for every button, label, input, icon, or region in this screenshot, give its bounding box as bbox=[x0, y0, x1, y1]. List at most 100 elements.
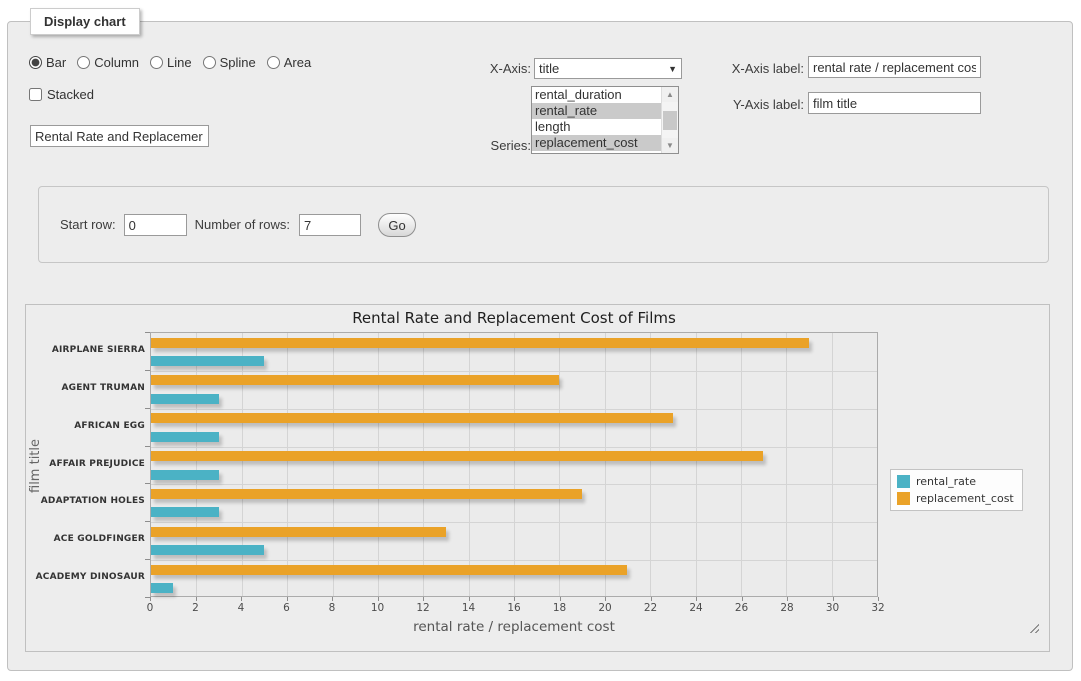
x-axis-title: rental rate / replacement cost bbox=[150, 619, 878, 635]
gridline bbox=[151, 560, 877, 561]
series-option[interactable]: replacement_cost bbox=[532, 135, 661, 151]
x-tick bbox=[150, 597, 151, 601]
x-tick-label: 28 bbox=[762, 602, 812, 614]
bar-replacement_cost bbox=[151, 565, 627, 575]
bar-replacement_cost bbox=[151, 375, 559, 385]
scrollbar-thumb[interactable] bbox=[663, 111, 677, 130]
x-tick bbox=[287, 597, 288, 601]
gridline bbox=[287, 333, 288, 596]
legend-swatch-rental_rate bbox=[897, 475, 910, 488]
chart-type-option-label: Area bbox=[284, 55, 311, 70]
legend-item: replacement_cost bbox=[897, 492, 1014, 505]
x-tick bbox=[196, 597, 197, 601]
x-tick bbox=[787, 597, 788, 601]
x-tick-label: 20 bbox=[580, 602, 630, 614]
bar-rental_rate bbox=[151, 394, 219, 404]
chart-type-radio-column[interactable] bbox=[77, 56, 90, 69]
chart-container: Rental Rate and Replacement Cost of Film… bbox=[25, 304, 1050, 652]
gridline bbox=[605, 333, 606, 596]
y-axis-label-input[interactable] bbox=[808, 92, 981, 114]
y-tick bbox=[145, 483, 150, 484]
gridline bbox=[559, 333, 560, 596]
x-tick bbox=[514, 597, 515, 601]
x-tick-label: 12 bbox=[398, 602, 448, 614]
chart-type-radio-spline[interactable] bbox=[203, 56, 216, 69]
display-chart-panel: Display chart BarColumnLineSplineArea St… bbox=[7, 21, 1073, 671]
x-tick-label: 14 bbox=[444, 602, 494, 614]
stacked-label: Stacked bbox=[47, 87, 94, 102]
x-tick bbox=[241, 597, 242, 601]
x-tick-label: 18 bbox=[535, 602, 585, 614]
y-category-label: AIRPLANE SIERRA bbox=[26, 332, 145, 370]
chart-type-radio-area[interactable] bbox=[267, 56, 280, 69]
gridline bbox=[151, 447, 877, 448]
y-tick bbox=[145, 446, 150, 447]
bar-replacement_cost bbox=[151, 413, 673, 423]
x-tick-label: 24 bbox=[671, 602, 721, 614]
chart-legend: rental_rate replacement_cost bbox=[890, 469, 1023, 511]
bar-rental_rate bbox=[151, 583, 173, 593]
plot-area bbox=[150, 332, 878, 597]
y-category-label: AFFAIR PREJUDICE bbox=[26, 446, 145, 484]
x-tick-label: 6 bbox=[262, 602, 312, 614]
chart-type-option-label: Line bbox=[167, 55, 192, 70]
bar-rental_rate bbox=[151, 356, 264, 366]
chart-type-radio-line[interactable] bbox=[150, 56, 163, 69]
series-options: rental_durationrental_ratelengthreplacem… bbox=[532, 87, 661, 153]
bar-rental_rate bbox=[151, 507, 219, 517]
series-option[interactable]: rental_rate bbox=[532, 103, 661, 119]
x-tick-label: 22 bbox=[626, 602, 676, 614]
legend-label: rental_rate bbox=[916, 475, 976, 488]
chart-type-radio-group: BarColumnLineSplineArea bbox=[29, 55, 311, 70]
x-tick-label: 8 bbox=[307, 602, 357, 614]
chart-title-input[interactable] bbox=[30, 125, 209, 147]
gridline bbox=[151, 484, 877, 485]
chart-type-option-bar: Bar bbox=[29, 55, 66, 70]
gridline bbox=[696, 333, 697, 596]
y-category-label: ADAPTATION HOLES bbox=[26, 483, 145, 521]
x-tick-label: 10 bbox=[353, 602, 403, 614]
gridline bbox=[151, 409, 877, 410]
y-tick bbox=[145, 332, 150, 333]
number-of-rows-input[interactable] bbox=[299, 214, 361, 236]
series-option[interactable]: rental_duration bbox=[532, 87, 661, 103]
gridline bbox=[741, 333, 742, 596]
bar-replacement_cost bbox=[151, 489, 582, 499]
x-tick-label: 16 bbox=[489, 602, 539, 614]
x-tick bbox=[742, 597, 743, 601]
y-tick bbox=[145, 597, 150, 598]
x-tick-label: 32 bbox=[853, 602, 903, 614]
chart-type-option-label: Bar bbox=[46, 55, 66, 70]
series-list-label: Series: bbox=[447, 138, 531, 154]
bar-replacement_cost bbox=[151, 451, 763, 461]
chart-title: Rental Rate and Replacement Cost of Film… bbox=[150, 309, 878, 327]
start-row-input[interactable] bbox=[124, 214, 187, 236]
y-category-label: ACADEMY DINOSAUR bbox=[26, 559, 145, 597]
y-category-label: ACE GOLDFINGER bbox=[26, 521, 145, 559]
resize-handle-icon[interactable] bbox=[1027, 621, 1039, 633]
gridline bbox=[786, 333, 787, 596]
go-button[interactable]: Go bbox=[378, 213, 416, 237]
legend-item: rental_rate bbox=[897, 475, 1014, 488]
legend-swatch-replacement_cost bbox=[897, 492, 910, 505]
bar-rental_rate bbox=[151, 432, 219, 442]
gridline bbox=[242, 333, 243, 596]
x-tick bbox=[560, 597, 561, 601]
bar-rental_rate bbox=[151, 545, 264, 555]
chart-type-option-label: Column bbox=[94, 55, 139, 70]
y-category-label: AGENT TRUMAN bbox=[26, 370, 145, 408]
rows-panel: Start row: Number of rows: Go bbox=[38, 186, 1049, 263]
scroll-down-icon[interactable]: ▼ bbox=[662, 138, 678, 153]
x-tick bbox=[423, 597, 424, 601]
series-option[interactable]: length bbox=[532, 119, 661, 135]
y-tick bbox=[145, 370, 150, 371]
chart-type-radio-bar[interactable] bbox=[29, 56, 42, 69]
start-row-label: Start row: bbox=[60, 217, 116, 233]
stacked-checkbox[interactable] bbox=[29, 88, 42, 101]
x-axis-label-input[interactable] bbox=[808, 56, 981, 78]
x-tick-label: 0 bbox=[125, 602, 175, 614]
chart-type-option-line: Line bbox=[150, 55, 192, 70]
bar-replacement_cost bbox=[151, 338, 809, 348]
stacked-row: Stacked bbox=[29, 87, 94, 102]
x-tick-label: 30 bbox=[808, 602, 858, 614]
